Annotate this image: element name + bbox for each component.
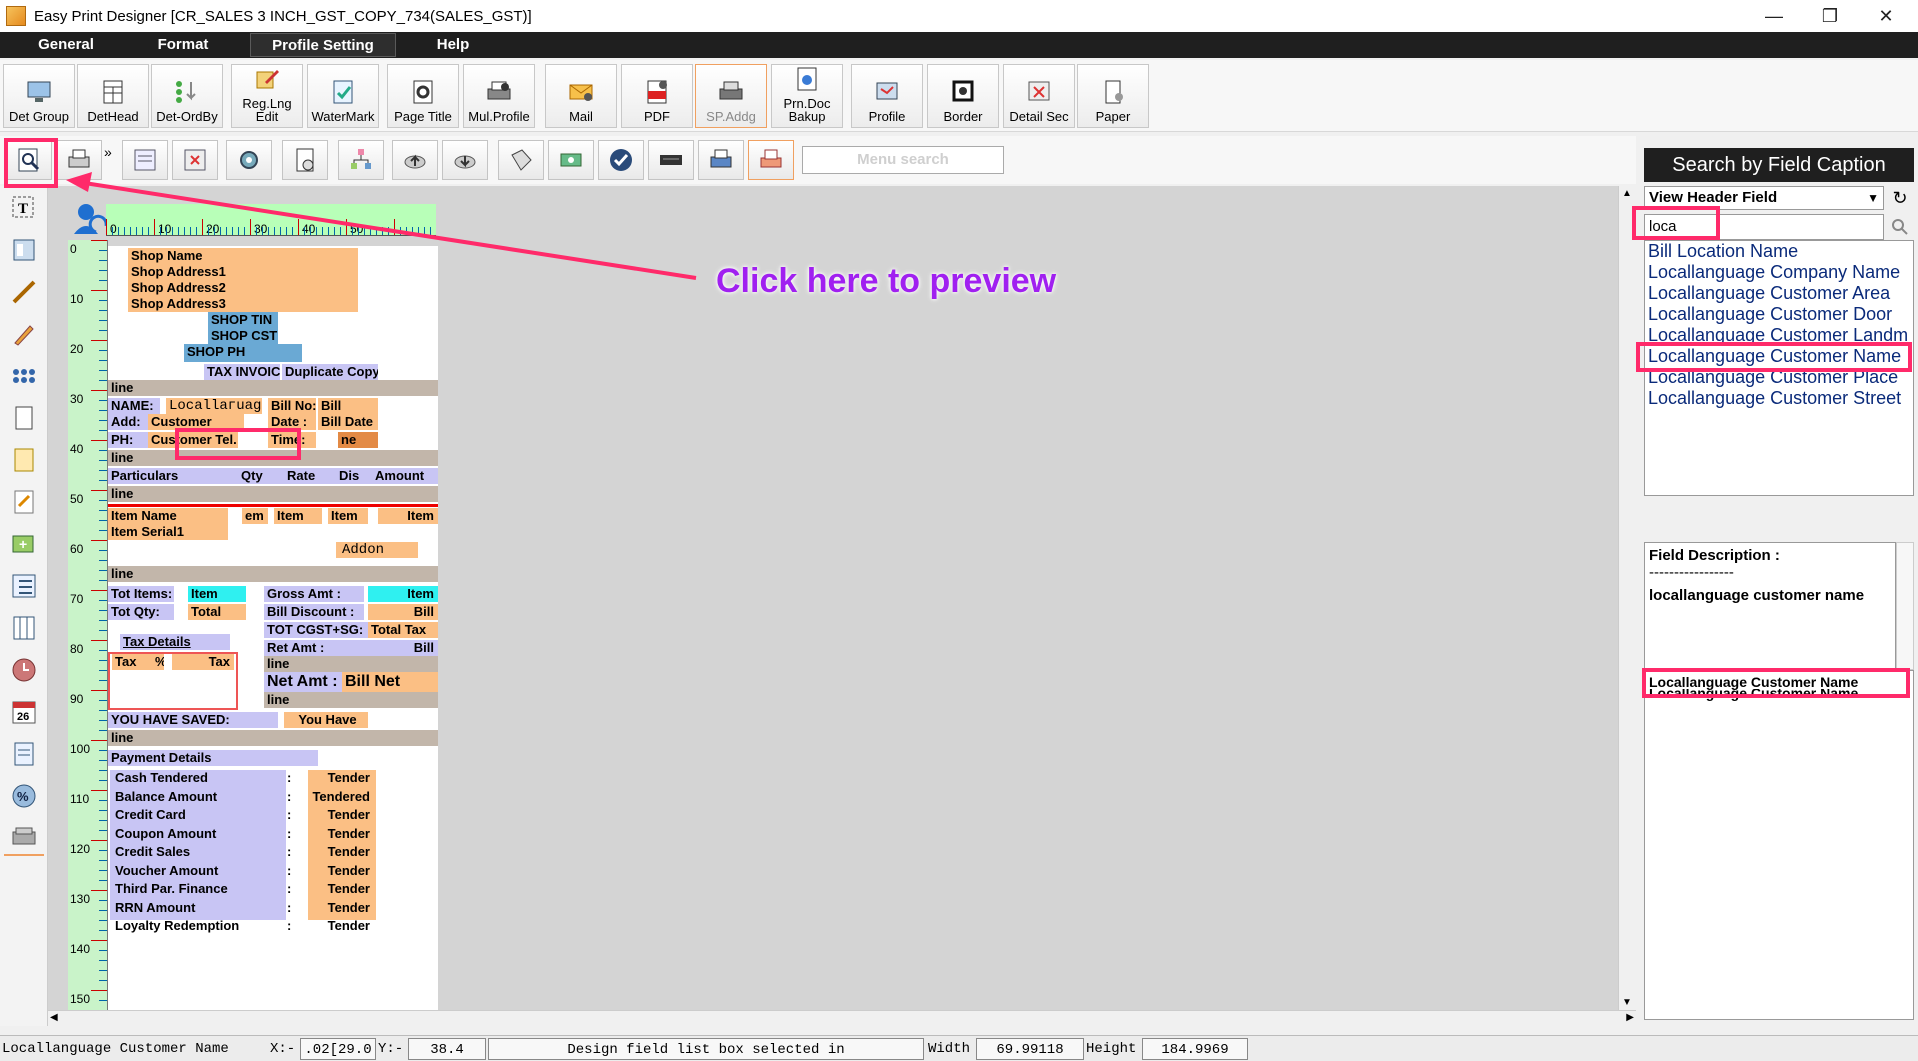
status-message: Design field list box selected in (488, 1038, 924, 1060)
status-y-value: 38.4 (408, 1038, 486, 1060)
vertical-scrollbar[interactable]: ▲ ▼ (1618, 186, 1636, 1010)
scroll-down-icon[interactable]: ▼ (1622, 997, 1632, 1008)
chevron-down-icon[interactable]: ▼ (1867, 187, 1879, 209)
selected-highlight-box (1642, 668, 1910, 698)
field-description-title: Field Description : (1649, 547, 1780, 564)
status-height-value: 184.9969 (1142, 1038, 1248, 1060)
horizontal-scrollbar[interactable]: ◀ ▶ (48, 1010, 1636, 1028)
status-y-label: Y:- (378, 1041, 404, 1057)
field-description-text: locallanguage customer name (1649, 587, 1865, 604)
search-highlight-box (1632, 206, 1720, 240)
refresh-icon[interactable]: ↻ (1888, 186, 1912, 210)
field-result-item[interactable]: Locallanguage Customer Street (1645, 388, 1913, 409)
field-result-item[interactable]: Locallanguage Customer Door (1645, 304, 1913, 325)
status-field-name: Locallanguage Customer Name (2, 1041, 229, 1057)
field-highlight-box (175, 428, 301, 460)
status-bar: Locallanguage Customer Name X:- .02[29.0… (0, 1035, 1918, 1061)
scroll-left-icon[interactable]: ◀ (50, 1012, 58, 1023)
field-result-item[interactable]: Bill Location Name (1645, 241, 1913, 262)
result-highlight-box (1636, 342, 1912, 372)
field-description-dashes: ----------------- (1649, 564, 1734, 581)
status-x-label: X:- (270, 1041, 296, 1057)
status-width-value: 69.99118 (976, 1038, 1084, 1060)
scroll-up-icon[interactable]: ▲ (1622, 188, 1632, 199)
view-select-value: View Header Field (1649, 189, 1778, 206)
status-height-label: Height (1086, 1041, 1137, 1057)
preview-highlight-box (4, 138, 58, 188)
status-width-label: Width (928, 1041, 971, 1057)
scroll-right-icon[interactable]: ▶ (1626, 1012, 1634, 1023)
status-x-value: .02[29.0 (300, 1038, 376, 1060)
field-result-item[interactable]: Locallanguage Customer Area (1645, 283, 1913, 304)
search-panel-title: Search by Field Caption (1644, 148, 1914, 182)
field-result-item[interactable]: Locallanguage Company Name (1645, 262, 1913, 283)
right-panel: Search by Field Caption View Header Fiel… (1640, 138, 1918, 1028)
selected-fields-list[interactable]: Locallanguage Customer Name Locallanguag… (1644, 670, 1914, 1020)
description-scrollbar[interactable] (1896, 542, 1914, 670)
field-description-box: Field Description : ----------------- lo… (1644, 542, 1896, 670)
search-icon[interactable] (1888, 214, 1912, 240)
